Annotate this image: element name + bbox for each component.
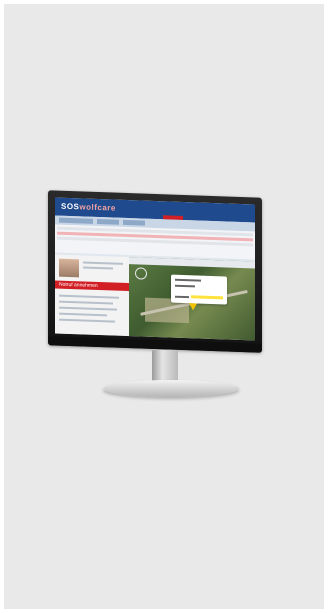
caller-panel: Notruf annehmen xyxy=(55,254,129,337)
map-pin-icon[interactable] xyxy=(189,303,197,311)
app-logo: SOSwolfcare xyxy=(61,202,116,213)
text-line xyxy=(59,318,115,323)
monitor-screen: SOSwolfcare Notruf annehmen xyxy=(55,197,255,341)
text-line xyxy=(83,266,113,270)
monitor: SOSwolfcare Notruf annehmen xyxy=(48,190,262,353)
bubble-text-line xyxy=(175,278,201,282)
bubble-text-line xyxy=(175,284,195,288)
map-info-bubble xyxy=(171,274,227,305)
map-view[interactable] xyxy=(129,257,255,341)
logo-suffix: wolfcare xyxy=(79,202,116,213)
call-list xyxy=(55,224,255,260)
avatar xyxy=(59,258,79,278)
page: SOSwolfcare Notruf annehmen xyxy=(0,0,328,613)
accept-call-button[interactable]: Notruf annehmen xyxy=(55,280,129,292)
text-line xyxy=(83,261,123,265)
text-line xyxy=(59,300,113,305)
bubble-text-line xyxy=(175,295,189,299)
text-line xyxy=(59,294,119,299)
tab[interactable] xyxy=(123,219,145,226)
text-line xyxy=(59,312,107,317)
monitor-stand-base xyxy=(103,380,239,397)
tab[interactable] xyxy=(97,218,119,225)
text-line xyxy=(59,306,117,311)
logo-prefix: SOS xyxy=(61,201,80,212)
bubble-highlight xyxy=(191,295,223,300)
map-compass-icon[interactable] xyxy=(135,267,147,280)
tab[interactable] xyxy=(59,217,93,224)
